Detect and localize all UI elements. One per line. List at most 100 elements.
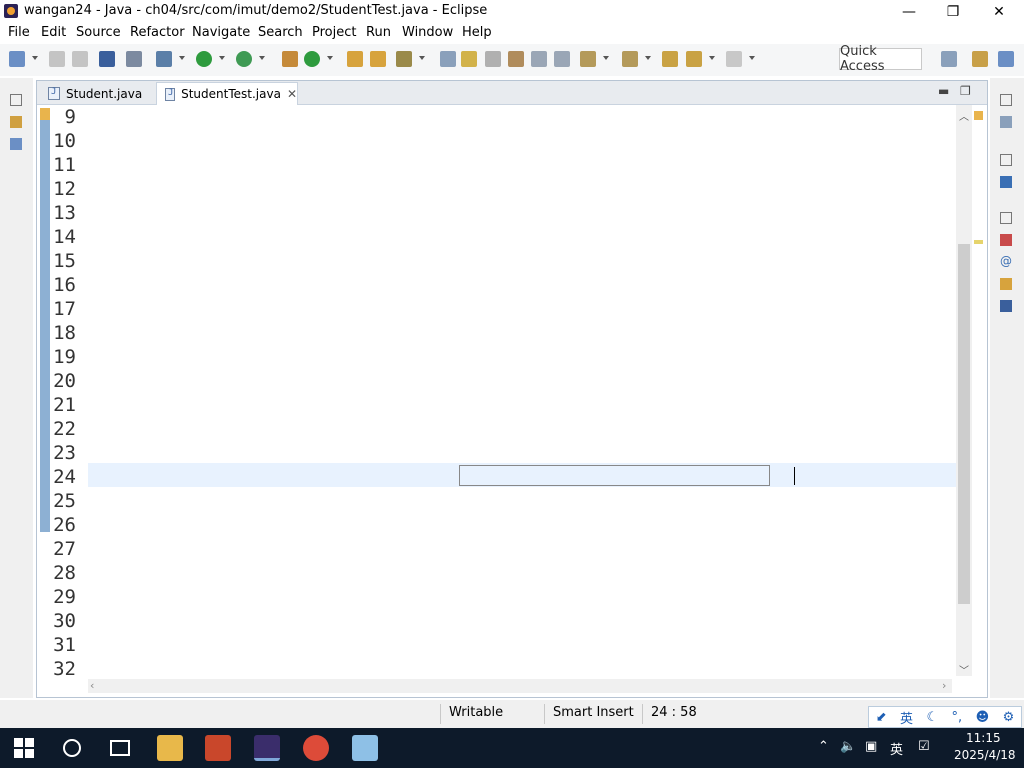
minimize-button[interactable]: —: [886, 0, 932, 23]
taskbar-input-language[interactable]: 英: [890, 739, 903, 758]
menu-project[interactable]: Project: [312, 25, 356, 40]
problems-icon[interactable]: [1000, 234, 1012, 246]
moon-icon[interactable]: ☾: [926, 710, 938, 725]
scroll-up-icon[interactable]: ︿: [959, 108, 969, 123]
chevron-down-icon[interactable]: [259, 56, 265, 60]
maximize-editor-icon[interactable]: ❐: [960, 84, 971, 98]
windows-start-icon[interactable]: [14, 738, 34, 758]
open-perspective-icon[interactable]: [941, 51, 957, 67]
chevron-down-icon[interactable]: [219, 56, 225, 60]
tab-studenttest-java[interactable]: StudentTest.java ✕: [156, 82, 298, 105]
console-icon[interactable]: [1000, 300, 1012, 312]
close-icon[interactable]: ✕: [287, 87, 297, 101]
maximize-button[interactable]: ❐: [930, 0, 976, 23]
java-perspective-icon[interactable]: [998, 51, 1014, 67]
code-editor[interactable]: [88, 105, 956, 676]
menu-edit[interactable]: Edit: [41, 25, 66, 40]
eclipse-taskbar-icon[interactable]: [254, 735, 280, 761]
menu-search[interactable]: Search: [258, 25, 303, 40]
menu-refactor[interactable]: Refactor: [130, 25, 185, 40]
new-icon[interactable]: [9, 51, 25, 67]
punctuation-icon[interactable]: °,: [952, 710, 963, 725]
menu-navigate[interactable]: Navigate: [192, 25, 250, 40]
chevron-down-icon[interactable]: [327, 56, 333, 60]
minimize-editor-icon[interactable]: ▬: [938, 84, 949, 98]
gear-icon[interactable]: ⚙: [1003, 710, 1015, 725]
network-icon[interactable]: ▣: [865, 739, 877, 754]
back-icon[interactable]: [686, 51, 702, 67]
chevron-down-icon[interactable]: [32, 56, 38, 60]
overview-occurrence-marker[interactable]: [974, 240, 983, 244]
outline-icon[interactable]: [1000, 176, 1012, 188]
open-type-icon[interactable]: [347, 51, 363, 67]
chevron-down-icon[interactable]: [709, 56, 715, 60]
quick-access-input[interactable]: Quick Access: [839, 44, 922, 74]
clock-date[interactable]: 2025/4/18: [954, 748, 1016, 762]
new-class-icon[interactable]: [304, 51, 320, 67]
search-icon[interactable]: [396, 51, 412, 67]
skip-breakpoints-icon[interactable]: [126, 51, 142, 67]
chevron-down-icon[interactable]: [419, 56, 425, 60]
open-task-icon[interactable]: [370, 51, 386, 67]
horizontal-scrollbar[interactable]: [88, 679, 952, 693]
restore-icon[interactable]: [10, 94, 22, 106]
menu-window[interactable]: Window: [402, 25, 453, 40]
chrome-icon[interactable]: [303, 735, 329, 761]
task-view-icon[interactable]: [110, 740, 130, 756]
user-icon[interactable]: ☻: [976, 710, 990, 725]
overview-warning-marker[interactable]: [974, 111, 983, 120]
forward-icon[interactable]: [726, 51, 742, 67]
word-wrap-icon[interactable]: [531, 51, 547, 67]
powerpoint-icon[interactable]: [205, 735, 231, 761]
menu-source[interactable]: Source: [76, 25, 121, 40]
restore-icon[interactable]: [1000, 154, 1012, 166]
declaration-icon[interactable]: [1000, 278, 1012, 290]
java-ee-perspective-icon[interactable]: [972, 51, 988, 67]
restore-icon[interactable]: [1000, 212, 1012, 224]
menu-run[interactable]: Run: [366, 25, 391, 40]
save-all-icon[interactable]: [72, 51, 88, 67]
search-icon[interactable]: [63, 739, 81, 757]
chevron-down-icon[interactable]: [603, 56, 609, 60]
clock-time[interactable]: 11:15: [966, 731, 1001, 745]
close-button[interactable]: ✕: [976, 0, 1022, 23]
chevron-down-icon[interactable]: [749, 56, 755, 60]
javadoc-icon[interactable]: @: [1000, 254, 1012, 268]
ime-switch-icon[interactable]: ⬋: [876, 710, 887, 725]
console-icon[interactable]: [99, 51, 115, 67]
ime-language[interactable]: 英: [900, 708, 913, 727]
save-icon[interactable]: [49, 51, 65, 67]
scroll-left-icon[interactable]: ‹: [90, 679, 94, 692]
notepad-icon[interactable]: [352, 735, 378, 761]
next-annotation-icon[interactable]: [580, 51, 596, 67]
scroll-down-icon[interactable]: ﹀: [959, 662, 969, 677]
tab-student-java[interactable]: Student.java: [40, 82, 152, 105]
scroll-right-icon[interactable]: ›: [942, 679, 946, 692]
vertical-scroll-thumb[interactable]: [958, 244, 970, 604]
chevron-up-icon[interactable]: ⌃: [818, 739, 829, 754]
volume-icon[interactable]: 🔈: [840, 739, 856, 754]
chevron-down-icon[interactable]: [645, 56, 651, 60]
toggle-block-icon[interactable]: [508, 51, 524, 67]
overview-ruler[interactable]: [972, 105, 986, 676]
warning-marker-icon[interactable]: [40, 108, 50, 120]
package-explorer-icon[interactable]: [10, 116, 22, 128]
chevron-down-icon[interactable]: [179, 56, 185, 60]
type-hierarchy-icon[interactable]: [10, 138, 22, 150]
annotation-icon[interactable]: [440, 51, 456, 67]
prev-annotation-icon[interactable]: [622, 51, 638, 67]
highlight-icon[interactable]: [461, 51, 477, 67]
new-package-icon[interactable]: [282, 51, 298, 67]
debug-icon[interactable]: [156, 51, 172, 67]
file-explorer-icon[interactable]: [157, 735, 183, 761]
restore-icon[interactable]: [1000, 94, 1012, 106]
coverage-icon[interactable]: [236, 51, 252, 67]
ime-status-icon[interactable]: ☑: [918, 739, 930, 754]
show-whitespace-icon[interactable]: [554, 51, 570, 67]
menu-help[interactable]: Help: [462, 25, 492, 40]
task-list-icon[interactable]: [1000, 116, 1012, 128]
toggle-mark-icon[interactable]: [485, 51, 501, 67]
last-edit-icon[interactable]: [662, 51, 678, 67]
run-icon[interactable]: [196, 51, 212, 67]
menu-file[interactable]: File: [8, 25, 30, 40]
